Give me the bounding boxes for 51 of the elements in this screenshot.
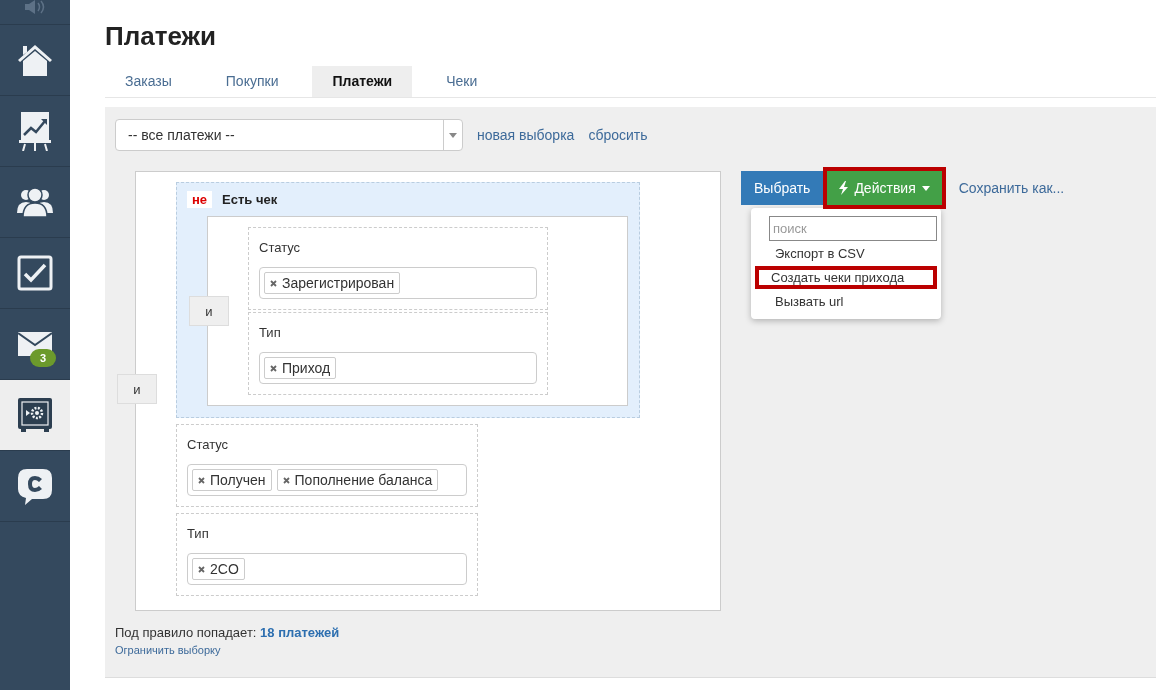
condition-label: Тип [259, 325, 282, 340]
count-badge: 3 [30, 349, 57, 367]
match-summary: Под правило попадает: 18 платежей [115, 625, 341, 640]
tag-input[interactable]: Зарегистрирован [259, 267, 537, 299]
preset-select[interactable]: -- все платежи -- [115, 119, 463, 151]
tag-input[interactable]: Приход [259, 352, 537, 384]
filter-tag[interactable]: Зарегистрирован [264, 272, 401, 294]
filter-tag[interactable]: 2CO [192, 558, 245, 580]
remove-icon[interactable] [198, 476, 205, 484]
group-title: Есть чек [222, 192, 278, 207]
home-icon [17, 43, 53, 77]
page-title: Платежи [105, 20, 217, 52]
users-icon [17, 187, 53, 217]
limit-link[interactable]: Ограничить выборку [115, 644, 721, 656]
search-field[interactable]: поиск [769, 216, 937, 241]
connector-button[interactable]: и [189, 296, 229, 326]
caret-icon [449, 132, 457, 138]
select-button[interactable]: Выбрать [741, 171, 824, 205]
save-as-link[interactable]: Сохранить как... [958, 180, 1065, 196]
link[interactable]: новая выборка [477, 127, 575, 143]
tag-input[interactable]: 2CO [187, 553, 467, 585]
remove-icon[interactable] [282, 476, 290, 484]
menu-item[interactable]: Вызвать url [755, 290, 937, 313]
filter-tag[interactable]: Получен [192, 469, 272, 491]
chat-logo-icon [17, 467, 53, 505]
negation-label[interactable]: не [187, 191, 213, 208]
tag-input[interactable]: Получен Пополнение баланса [187, 464, 467, 496]
lightning-icon [839, 181, 849, 195]
tab[interactable]: Заказы [105, 66, 192, 97]
speaker-icon [23, 0, 47, 14]
condition-label: Тип [187, 526, 210, 541]
tab[interactable]: Покупки [205, 66, 299, 97]
sidebar-item[interactable] [0, 380, 70, 451]
condition-label: Статус [259, 240, 302, 255]
menu-item[interactable]: Экспорт в CSV [755, 242, 937, 265]
remove-icon[interactable] [270, 279, 277, 287]
checkbox-icon [17, 255, 53, 291]
link[interactable]: сбросить [588, 127, 648, 143]
condition-label: Статус [187, 437, 230, 452]
connector-button[interactable]: и [117, 374, 157, 404]
caret-icon [921, 185, 930, 191]
filter-tag[interactable]: Приход [264, 357, 337, 379]
safe-icon [17, 397, 53, 433]
menu-item[interactable]: Создать чеки прихода [755, 266, 937, 289]
match-count-link[interactable]: 18 платежей [260, 625, 340, 640]
tab[interactable]: Платежи [312, 66, 413, 97]
tab[interactable]: Чеки [426, 66, 498, 97]
filter-tag[interactable]: Пополнение баланса [276, 469, 439, 491]
remove-icon[interactable] [198, 565, 205, 573]
remove-icon[interactable] [270, 364, 277, 372]
chart-board-icon [19, 111, 51, 151]
